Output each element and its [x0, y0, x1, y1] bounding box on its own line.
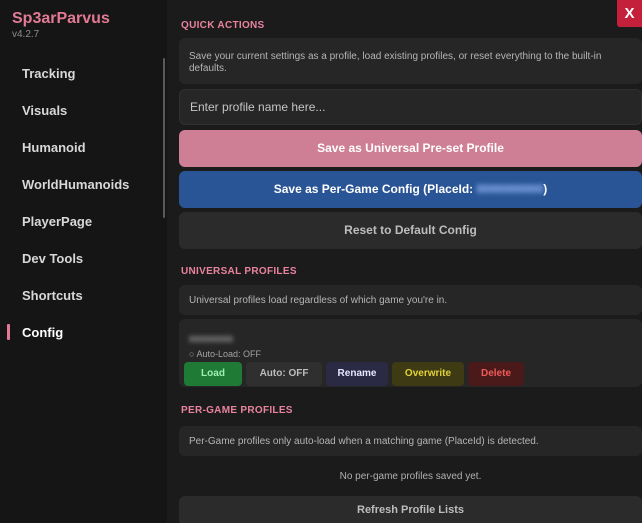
- sidebar-item-tracking[interactable]: Tracking: [22, 66, 75, 81]
- autoload-status: ○ Auto-Load: OFF: [189, 349, 261, 359]
- universal-profiles-title: UNIVERSAL PROFILES: [181, 266, 297, 277]
- save-per-game-button[interactable]: Save as Per-Game Config (PlaceId: 000000…: [179, 171, 642, 208]
- sidebar-item-humanoid[interactable]: Humanoid: [22, 140, 86, 155]
- auto-load-toggle[interactable]: Auto: OFF: [246, 362, 322, 386]
- sidebar-item-playerpage[interactable]: PlayerPage: [22, 214, 92, 229]
- sidebar-item-shortcuts[interactable]: Shortcuts: [22, 288, 83, 303]
- active-indicator: [7, 324, 10, 340]
- save-per-game-label: Save as Per-Game Config (PlaceId:: [273, 182, 477, 196]
- no-per-game-profiles-text: No per-game profiles saved yet.: [339, 471, 482, 482]
- save-per-game-suffix: ): [543, 182, 548, 196]
- app-version: v4.2.7: [12, 29, 40, 40]
- per-game-description: Per-Game profiles only auto-load when a …: [189, 436, 539, 447]
- profile-name-placeholder: Enter profile name here...: [190, 100, 326, 114]
- close-button[interactable]: X: [617, 0, 642, 27]
- profile-name-input[interactable]: Enter profile name here...: [179, 89, 642, 125]
- config-panel: QUICK ACTIONS Save your current settings…: [167, 0, 642, 523]
- redacted-placeid: 0000000000: [476, 182, 544, 196]
- sidebar-scrollbar[interactable]: [163, 58, 165, 218]
- sidebar-item-worldhumanoids[interactable]: WorldHumanoids: [22, 177, 129, 192]
- sidebar-item-config[interactable]: Config: [22, 325, 63, 340]
- app-title: Sp3arParvus: [12, 10, 110, 27]
- save-universal-button[interactable]: Save as Universal Pre-set Profile: [179, 130, 642, 167]
- quick-actions-title: QUICK ACTIONS: [181, 20, 265, 31]
- universal-profiles-description: Universal profiles load regardless of wh…: [189, 295, 448, 306]
- per-game-profiles-title: PER-GAME PROFILES: [181, 405, 293, 416]
- overwrite-button[interactable]: Overwrite: [392, 362, 464, 386]
- sidebar-item-dev-tools[interactable]: Dev Tools: [22, 251, 83, 266]
- delete-button[interactable]: Delete: [468, 362, 524, 386]
- profile-name-redacted: xxxxxxxx: [189, 333, 233, 345]
- quick-actions-description: Save your current settings as a profile,…: [189, 51, 602, 74]
- sidebar: Sp3arParvus v4.2.7 Tracking Visuals Huma…: [0, 0, 167, 523]
- reset-default-button[interactable]: Reset to Default Config: [179, 212, 642, 249]
- refresh-profiles-button[interactable]: Refresh Profile Lists: [179, 496, 642, 523]
- load-button[interactable]: Load: [184, 362, 242, 386]
- sidebar-item-visuals[interactable]: Visuals: [22, 103, 67, 118]
- rename-button[interactable]: Rename: [326, 362, 388, 386]
